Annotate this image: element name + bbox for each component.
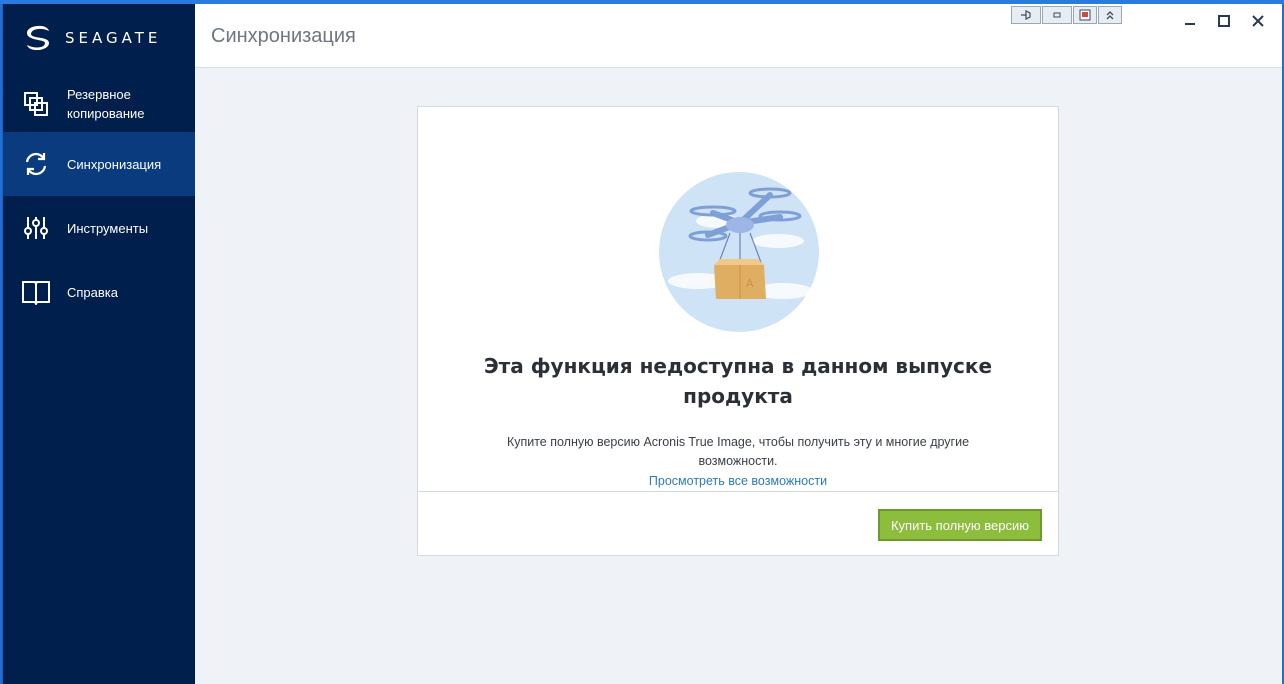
sidebar-item-label: Синхронизация bbox=[67, 156, 162, 172]
close-icon[interactable] bbox=[1241, 12, 1275, 30]
card-divider bbox=[418, 491, 1058, 492]
sidebar-item-sync[interactable]: Синхронизация bbox=[3, 132, 195, 196]
sidebar-item-backup[interactable]: Резервное копирование bbox=[3, 72, 195, 136]
shade-icon[interactable] bbox=[1042, 6, 1072, 24]
sync-icon bbox=[21, 149, 51, 179]
unavailable-description: Купите полную версию Acronis True Image,… bbox=[506, 435, 970, 468]
sidebar: SEAGATE Резервное копирование Синхрониза… bbox=[3, 4, 195, 684]
window-controls bbox=[1173, 12, 1275, 30]
drone-delivering-box-illustration: A bbox=[659, 172, 819, 332]
sidebar-item-label: Резервное копирование bbox=[67, 87, 145, 121]
sidebar-item-help[interactable]: Справка bbox=[3, 260, 195, 324]
picture-in-picture-icon[interactable] bbox=[1073, 6, 1097, 24]
minimize-icon[interactable] bbox=[1173, 12, 1207, 30]
page-title: Синхронизация bbox=[211, 25, 356, 47]
svg-text:A: A bbox=[746, 277, 754, 290]
unavailable-feature-card: A Эта функция недоступна в данном выпуск… bbox=[417, 106, 1059, 556]
book-icon bbox=[21, 277, 51, 307]
seagate-logo: SEAGATE bbox=[21, 18, 191, 58]
sidebar-item-label: Инструменты bbox=[67, 220, 149, 236]
seagate-logo-icon bbox=[27, 25, 49, 51]
header-bar: Синхронизация bbox=[195, 4, 1282, 68]
buy-full-version-button[interactable]: Купить полную версию bbox=[878, 509, 1042, 541]
pin-icon[interactable] bbox=[1011, 6, 1041, 24]
tools-sliders-icon bbox=[21, 213, 51, 243]
view-all-features-link[interactable]: Просмотреть все возможности bbox=[418, 474, 1058, 488]
sidebar-item-tools[interactable]: Инструменты bbox=[3, 196, 195, 260]
brand-name: SEAGATE bbox=[65, 29, 162, 47]
roll-up-icon[interactable] bbox=[1098, 6, 1122, 24]
maximize-icon[interactable] bbox=[1207, 12, 1241, 30]
sidebar-item-label: Справка bbox=[67, 284, 118, 300]
title-extra-controls bbox=[1011, 6, 1123, 24]
unavailable-title: Эта функция недоступна в данном выпуске … bbox=[483, 354, 993, 408]
backup-copies-icon bbox=[21, 89, 51, 119]
app-window: SEAGATE Резервное копирование Синхрониза… bbox=[2, 4, 1282, 684]
